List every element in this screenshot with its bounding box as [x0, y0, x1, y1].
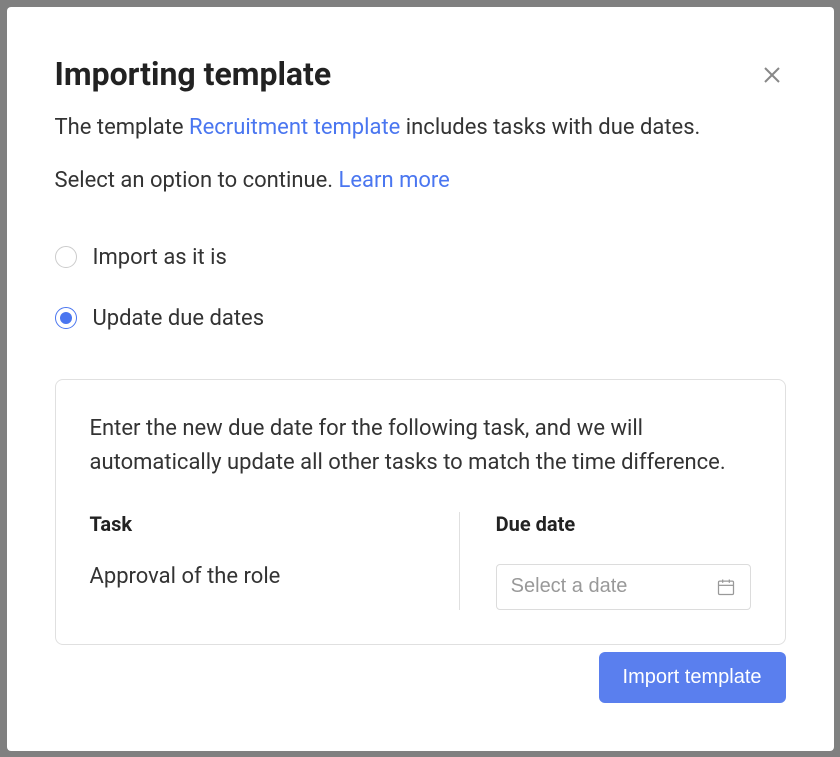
calendar-icon [716, 577, 736, 597]
radio-option-update-due-dates[interactable]: Update due dates [55, 306, 786, 331]
close-button[interactable] [758, 63, 786, 91]
radio-label: Import as it is [93, 245, 227, 270]
template-link[interactable]: Recruitment template [189, 115, 400, 140]
radio-inner-dot [60, 312, 72, 324]
import-template-modal: Importing template The template Recruitm… [7, 7, 834, 751]
due-date-panel: Enter the new due date for the following… [55, 379, 786, 645]
panel-instruction: Enter the new due date for the following… [90, 412, 751, 480]
modal-description: The template Recruitment template includ… [55, 111, 786, 144]
prompt-prefix: Select an option to continue. [55, 168, 339, 193]
modal-prompt: Select an option to continue. Learn more [55, 164, 786, 197]
task-column: Task Approval of the role [90, 512, 460, 610]
due-date-input-wrapper[interactable] [496, 564, 751, 610]
due-date-column-header: Due date [496, 512, 751, 536]
panel-columns: Task Approval of the role Due date [90, 512, 751, 610]
radio-option-import-as-is[interactable]: Import as it is [55, 245, 786, 270]
modal-footer: Import template [599, 652, 786, 703]
description-suffix: includes tasks with due dates. [400, 115, 700, 140]
learn-more-link[interactable]: Learn more [339, 168, 450, 193]
import-template-button[interactable]: Import template [599, 652, 786, 703]
due-date-input[interactable] [511, 575, 716, 598]
task-name: Approval of the role [90, 564, 439, 589]
due-date-column: Due date [460, 512, 751, 610]
radio-indicator [55, 246, 77, 268]
radio-indicator [55, 307, 77, 329]
modal-title: Importing template [55, 55, 786, 93]
radio-label: Update due dates [93, 306, 265, 331]
close-icon [760, 63, 784, 90]
description-prefix: The template [55, 115, 190, 140]
task-column-header: Task [90, 512, 439, 536]
import-options-radio-group: Import as it is Update due dates [55, 245, 786, 331]
